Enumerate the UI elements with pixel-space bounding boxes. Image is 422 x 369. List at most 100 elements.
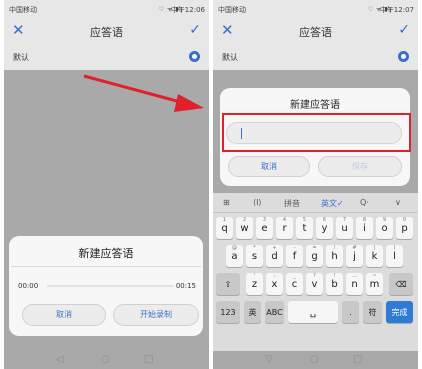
key-m-label: m [369,279,380,290]
key-q[interactable]: 1q [216,217,233,239]
confirm-check-icon[interactable]: ✓ [398,21,410,39]
title-bar: ✕ 应答语 ✓ [4,18,209,44]
status-time: 中午12:07 [379,6,414,14]
key-k[interactable]: (k [366,245,383,267]
key-w-label: w [240,223,249,234]
key-row-3: ⇧ ⌫ ' z: x _ c? v! b... n ~ m [213,271,418,297]
space-key[interactable]: ␣ [288,301,338,323]
abc-key[interactable]: ABC [265,301,284,323]
system-nav-bar: ◁ ○ □ [4,351,209,369]
right-phone-screen: 中国移动 ♡ ᯤ ▮▯ 中午12:07 ✕ 应答语 ✓ 默认 新建应答语 取消 … [213,0,418,369]
key-h[interactable]: / h [326,245,343,267]
key-v[interactable]: ? v [306,273,323,295]
number-key[interactable]: 123 [216,301,240,323]
carrier-label: 中国移动 [218,6,246,14]
nav-home-icon[interactable]: ○ [101,354,110,365]
default-radio-selected[interactable] [398,51,409,62]
nav-home-icon[interactable]: ○ [310,354,319,365]
key-e[interactable]: 3e [256,217,273,239]
key-f[interactable]: -f [286,245,303,267]
key-row-1: 1q2w3e4r5t6y7u8i9o0p [213,215,418,241]
key-r[interactable]: 4r [276,217,293,239]
nav-back-icon[interactable]: ◁ [56,354,64,365]
key-y[interactable]: 6y [316,217,333,239]
key-t[interactable]: 5t [296,217,313,239]
key-o[interactable]: 9o [376,217,393,239]
key-x-label: x [271,279,278,290]
search-icon[interactable]: Q· [360,198,369,207]
key-u[interactable]: 7u [336,217,353,239]
key-c[interactable]: _ c [286,273,303,295]
period-key[interactable]: . [342,301,359,323]
confirm-check-icon[interactable]: ✓ [189,21,201,39]
key-c-label: c [291,279,298,290]
key-t-label: t [302,223,307,234]
key-e-label: e [261,223,268,234]
default-reply-row[interactable]: 默认 [4,44,209,70]
save-button-disabled[interactable]: 保存 [318,156,402,177]
key-q-label: q [221,223,228,234]
default-reply-row[interactable]: 默认 [213,44,418,70]
backspace-key[interactable]: ⌫ [389,273,413,295]
cancel-button[interactable]: 取消 [228,156,310,177]
key-d-label: d [271,251,278,262]
key-p[interactable]: 0p [396,217,413,239]
dialog-divider [11,266,201,267]
carrier-label: 中国移动 [9,6,37,14]
key-u-label: u [341,223,348,234]
key-y-label: y [321,223,328,234]
cursor-move-icon[interactable]: ⟨I⟩ [253,198,262,207]
key-r-label: r [282,223,287,234]
key-i[interactable]: 8i [356,217,373,239]
shift-key[interactable]: ⇧ [216,273,240,295]
key-m[interactable]: ~ m [366,273,383,295]
default-reply-label: 默认 [222,53,238,62]
status-time: 中午12:06 [170,6,205,14]
dialog-title: 新建应答语 [78,247,134,260]
title-bar: ✕ 应答语 ✓ [213,18,418,44]
nav-back-icon[interactable]: ▽ [265,354,273,365]
key-j[interactable]: # j [346,245,363,267]
dialog-title: 新建应答语 [290,100,340,111]
record-progress-track [47,285,174,287]
keyboard-toolbar: ⊞ ⟨I⟩ 拼音 英文✓ Q· ∨ [213,193,418,213]
english-mode-tab[interactable]: 英文✓ [321,198,344,209]
key-row-2: @ a * s + d - f = g / h # j(k) l [213,243,418,269]
key-b[interactable]: ! b [326,273,343,295]
key-l-label: l [393,251,396,262]
record-time-start: 00:00 [18,282,39,290]
key-f-label: f [292,251,297,262]
language-key[interactable]: 英 [244,301,261,323]
key-a[interactable]: @ a [226,245,243,267]
done-key[interactable]: 完成 [386,301,413,323]
nav-recent-icon[interactable]: □ [144,354,153,365]
cancel-button[interactable]: 取消 [22,304,106,326]
key-g[interactable]: = g [306,245,323,267]
key-v-label: v [311,279,318,290]
new-reply-dialog: 新建应答语 00:00 00:15 取消 开始录制 [9,236,203,336]
pinyin-mode-tab[interactable]: 拼音 [284,198,300,209]
key-w[interactable]: 2w [236,217,253,239]
page-title: 应答语 [90,26,123,39]
key-d[interactable]: + d [266,245,283,267]
nav-recent-icon[interactable]: □ [353,354,362,365]
start-recording-button[interactable]: 开始录制 [113,304,199,326]
key-s[interactable]: * s [246,245,263,267]
key-a-label: a [231,251,238,262]
grid-menu-icon[interactable]: ⊞ [223,198,230,207]
key-o-label: o [381,223,388,234]
page-title: 应答语 [299,26,332,39]
collapse-keyboard-icon[interactable]: ∨ [395,198,401,207]
key-n-label: n [351,279,358,290]
left-phone-screen: 中国移动 ♡ ᯤ ▮▯ 中午12:06 ✕ 应答语 ✓ 默认 新建应答语 00:… [4,0,209,369]
default-radio-selected[interactable] [189,51,200,62]
key-n[interactable]: ... n [346,273,363,295]
key-x[interactable]: :x [266,273,283,295]
key-h-label: h [331,251,338,262]
key-z-label: z [251,279,258,290]
key-l[interactable]: ) l [386,245,403,267]
status-bar: 中国移动 ♡ ᯤ ▮▯ 中午12:06 [4,0,209,18]
key-z[interactable]: ' z [246,273,263,295]
key-b-label: b [331,279,338,290]
symbol-key[interactable]: 符 [363,301,382,323]
